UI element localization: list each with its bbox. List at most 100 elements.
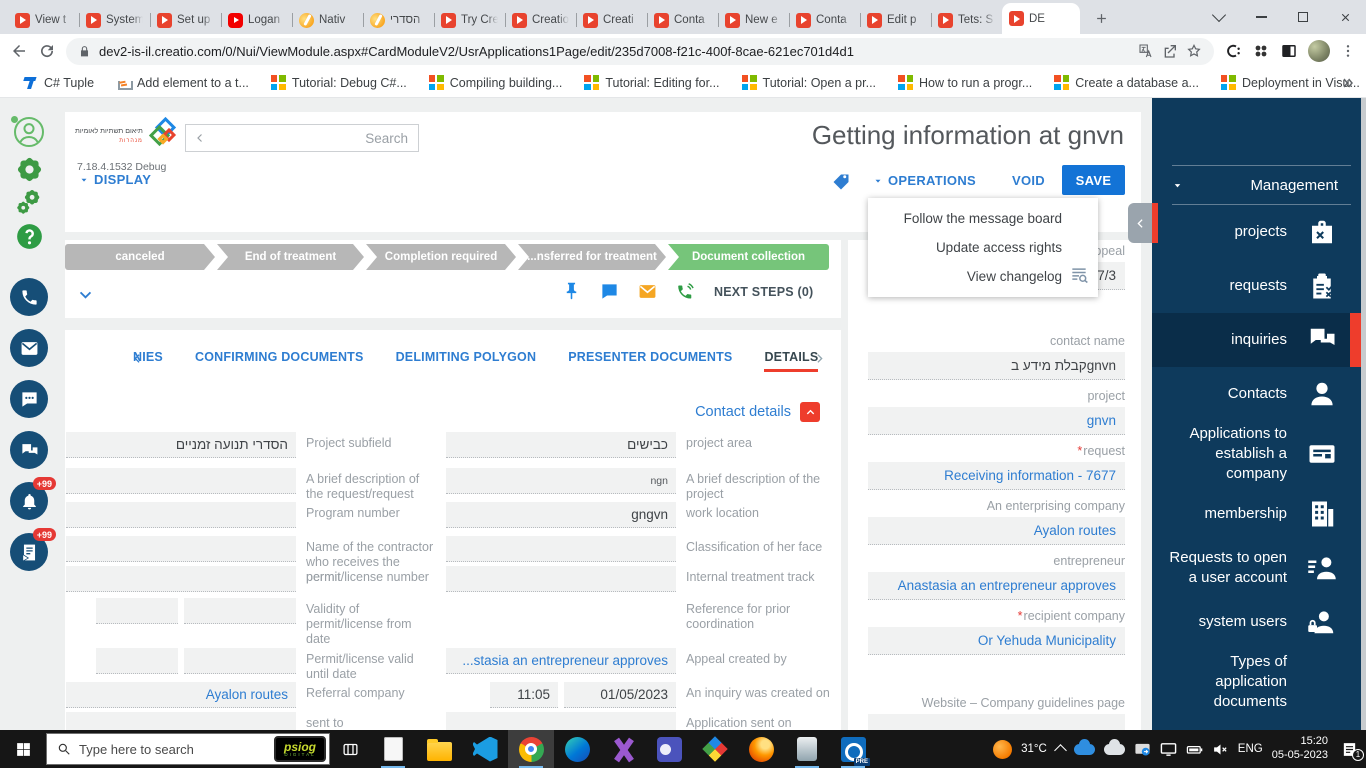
notification-center-icon[interactable]: 1 <box>1341 741 1358 758</box>
browser-tab[interactable]: New e <box>718 6 789 34</box>
language-label[interactable]: ENG <box>1238 743 1263 755</box>
sidebar-item[interactable]: Types of application documents <box>1152 649 1366 715</box>
sidebar-item[interactable]: system users <box>1152 595 1366 649</box>
field-value[interactable]: gngvn <box>446 502 676 528</box>
bookmark-item[interactable]: Tutorial: Editing for... <box>573 75 730 90</box>
taskbar-app-button[interactable] <box>508 730 554 768</box>
search-input[interactable] <box>212 131 408 146</box>
taskbar-search[interactable]: psiog DIGITAL <box>46 733 330 765</box>
taskbar-app-button[interactable] <box>784 730 830 768</box>
extension-cz-icon[interactable] <box>1224 42 1242 60</box>
bookmark-item[interactable]: Tutorial: Open a pr... <box>731 75 887 90</box>
sidebar-item[interactable]: Contacts <box>1152 367 1366 421</box>
tabs-scroll-right-icon[interactable] <box>813 352 826 365</box>
translate-icon[interactable] <box>1138 43 1154 59</box>
rail-item[interactable] <box>10 329 48 367</box>
stage-step[interactable]: Document collection <box>668 244 829 270</box>
sidebar-item[interactable]: Requests to open a user account <box>1152 541 1366 595</box>
field-value[interactable]: Ayalon routes <box>66 682 296 708</box>
share-icon[interactable] <box>1162 43 1178 59</box>
taskbar-search-input[interactable] <box>79 742 266 757</box>
address-bar[interactable]: dev2-is-il.creatio.com/0/Nui/ViewModule.… <box>66 38 1214 65</box>
browser-tab[interactable]: Creati <box>576 6 647 34</box>
field-value-secondary[interactable]: 01/05/2023 <box>564 682 676 708</box>
expand-chevron-icon[interactable] <box>77 286 94 303</box>
bookmarks-overflow-icon[interactable] <box>1340 75 1356 91</box>
tab-close-icon[interactable] <box>1059 12 1073 26</box>
stage-step[interactable]: Completion required <box>366 244 516 270</box>
field-value-secondary[interactable] <box>184 598 296 624</box>
close-button[interactable] <box>1324 0 1366 34</box>
taskbar-app-button[interactable] <box>370 730 416 768</box>
field-value[interactable] <box>446 536 676 562</box>
sidebar-item[interactable]: inquiries <box>1152 313 1366 367</box>
temperature-label[interactable]: 31°C <box>1021 743 1047 755</box>
tag-icon[interactable] <box>832 173 850 191</box>
rail-item[interactable] <box>16 223 43 250</box>
scrollbar[interactable] <box>1361 98 1366 730</box>
stage-step[interactable]: End of treatment <box>217 244 364 270</box>
void-button[interactable]: VOID <box>1012 173 1045 188</box>
card-tab[interactable]: DELIMITING POLYGON <box>396 350 537 372</box>
display-button[interactable]: DISPLAY <box>79 172 151 187</box>
taskbar-app-button[interactable] <box>738 730 784 768</box>
field-value[interactable]: כבישים <box>446 432 676 458</box>
battery-icon[interactable] <box>1186 741 1203 758</box>
workplace-selector[interactable]: Management <box>1152 166 1366 204</box>
taskbar-app-button[interactable] <box>646 730 692 768</box>
rail-item[interactable] <box>17 190 42 215</box>
operations-button[interactable]: OPERATIONS <box>873 173 976 188</box>
save-button[interactable]: SAVE <box>1062 165 1125 195</box>
menu-item-update-access-rights[interactable]: Update access rights <box>868 233 1098 262</box>
field-value[interactable] <box>66 566 296 592</box>
card-tab[interactable]: NIES <box>133 350 163 372</box>
call-task-icon[interactable] <box>676 282 695 301</box>
volume-muted-icon[interactable] <box>1212 741 1229 758</box>
card-tab[interactable]: PRESENTER DOCUMENTS <box>568 350 732 372</box>
field-value[interactable]: קבלת מידע בgnvn <box>868 352 1125 380</box>
section-title[interactable]: Contact details <box>695 404 791 420</box>
field-value[interactable] <box>66 502 296 528</box>
field-value[interactable] <box>66 712 296 730</box>
global-search[interactable] <box>185 124 419 152</box>
email-task-icon[interactable] <box>638 282 657 301</box>
sidebar-item[interactable]: Applications to establish a company <box>1152 421 1366 487</box>
rail-item[interactable]: +99 <box>10 482 48 520</box>
bookmark-star-icon[interactable] <box>1186 43 1202 59</box>
card-tab[interactable]: CONFIRMING DOCUMENTS <box>195 350 364 372</box>
task-view-button[interactable] <box>330 730 370 768</box>
field-value[interactable] <box>66 536 296 562</box>
browser-tab[interactable]: Logan <box>221 6 292 34</box>
browser-tab[interactable]: הסדרי <box>363 6 434 34</box>
menu-item-follow-message-board[interactable]: Follow the message board <box>868 204 1098 233</box>
start-button[interactable] <box>0 730 46 768</box>
field-value[interactable]: Anastasia an entrepreneur approves <box>868 572 1125 600</box>
field-value[interactable]: הסדרי תנועה זמניים <box>66 432 296 458</box>
field-value[interactable] <box>96 648 178 674</box>
browser-tab[interactable]: Conta <box>789 6 860 34</box>
rail-item[interactable]: +99 <box>10 533 48 571</box>
stage-step[interactable]: canceled <box>65 244 215 270</box>
field-value[interactable]: Ayalon routes <box>868 517 1125 545</box>
next-steps-label[interactable]: NEXT STEPS (0) <box>714 285 813 299</box>
field-value[interactable]: ...stasia an entrepreneur approves <box>446 648 676 674</box>
bookmark-item[interactable]: How to run a progr... <box>887 75 1043 90</box>
section-collapse-button[interactable] <box>800 402 820 422</box>
browser-tab[interactable]: Edit p <box>860 6 931 34</box>
tray-overflow-icon[interactable] <box>1054 744 1067 757</box>
field-value-secondary[interactable] <box>184 648 296 674</box>
taskbar-app-button[interactable] <box>600 730 646 768</box>
cloud-icon[interactable] <box>1104 744 1125 755</box>
rail-item[interactable] <box>10 380 48 418</box>
back-icon[interactable] <box>10 42 28 60</box>
minimize-button[interactable] <box>1240 0 1282 34</box>
reload-icon[interactable] <box>38 42 56 60</box>
field-value[interactable] <box>446 566 676 592</box>
field-value[interactable]: gnvn <box>868 407 1125 435</box>
pin-task-icon[interactable] <box>562 282 581 301</box>
bookmark-item[interactable]: Add element to a t... <box>105 75 260 90</box>
clock[interactable]: 15:20 05-05-2023 <box>1272 735 1328 763</box>
taskbar-app-button[interactable] <box>554 730 600 768</box>
new-tab-button[interactable] <box>1088 5 1114 31</box>
browser-tab[interactable]: Tets: S <box>931 6 1002 34</box>
